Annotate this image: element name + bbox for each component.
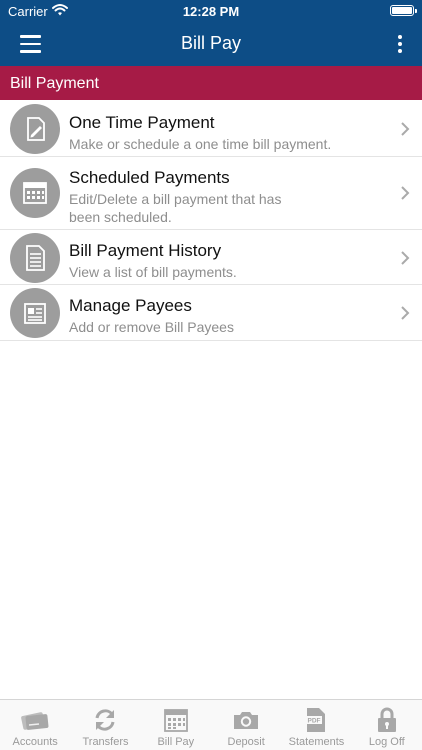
- menu-item-title: Manage Payees: [69, 296, 192, 315]
- status-bar: Carrier 12:28 PM: [0, 0, 422, 22]
- svg-text:PDF: PDF: [308, 718, 321, 725]
- calendar-icon: [160, 706, 192, 734]
- battery-icon: [390, 5, 417, 16]
- menu-item-description: Add or remove Bill Payees: [69, 319, 234, 335]
- chevron-right-icon: [401, 251, 410, 265]
- menu-item-description: Make or schedule a one time bill payment…: [69, 136, 332, 152]
- menu-item-scheduled-payments[interactable]: Scheduled Payments Edit/Delete a bill pa…: [0, 157, 422, 230]
- status-time: 12:28 PM: [182, 4, 240, 19]
- menu-item-title: One Time Payment: [69, 113, 215, 132]
- menu-item-description-line-1: Edit/Delete a bill payment that has: [69, 191, 282, 207]
- calendar-icon: [10, 168, 60, 218]
- tab-label: Deposit: [227, 736, 265, 748]
- bill-pay-menu: One Time Payment Make or schedule a one …: [0, 101, 422, 341]
- tab-log-off[interactable]: Log Off: [352, 700, 422, 750]
- tab-transfers[interactable]: Transfers: [70, 700, 140, 750]
- chevron-right-icon: [401, 306, 410, 320]
- menu-item-manage-payees[interactable]: Manage Payees Add or remove Bill Payees: [0, 285, 422, 341]
- tab-label: Accounts: [12, 736, 58, 748]
- tab-deposit[interactable]: Deposit: [211, 700, 281, 750]
- chevron-right-icon: [401, 122, 410, 136]
- tab-bill-pay[interactable]: Bill Pay: [141, 700, 211, 750]
- pdf-icon: PDF: [300, 706, 332, 734]
- section-header: Bill Payment: [0, 66, 422, 100]
- menu-item-bill-payment-history[interactable]: Bill Payment History View a list of bill…: [0, 230, 422, 285]
- tab-label: Statements: [288, 736, 345, 748]
- document-list-icon: [10, 233, 60, 283]
- menu-item-one-time-payment[interactable]: One Time Payment Make or schedule a one …: [0, 101, 422, 157]
- menu-item-description: View a list of bill payments.: [69, 264, 237, 280]
- menu-item-title: Bill Payment History: [69, 241, 222, 260]
- cards-icon: [19, 706, 51, 734]
- lock-icon: [371, 706, 403, 734]
- chevron-right-icon: [401, 186, 410, 200]
- payee-card-icon: [10, 288, 60, 338]
- menu-item-description-line-2: been scheduled.: [69, 209, 172, 225]
- refresh-icon: [89, 706, 121, 734]
- more-options-icon[interactable]: [388, 30, 412, 58]
- nav-bar: Bill Pay: [0, 22, 422, 66]
- menu-item-title: Scheduled Payments: [69, 168, 230, 187]
- camera-icon: [230, 706, 262, 734]
- tab-statements[interactable]: PDF Statements: [281, 700, 351, 750]
- page-title: Bill Pay: [180, 33, 242, 53]
- edit-document-icon: [10, 104, 60, 154]
- tab-bar: Accounts Transfers Bill Pay Deposit PDF …: [0, 699, 422, 750]
- tab-label: Transfers: [82, 736, 129, 748]
- tab-label: Log Off: [368, 736, 405, 748]
- tab-label: Bill Pay: [157, 736, 195, 748]
- tab-accounts[interactable]: Accounts: [0, 700, 70, 750]
